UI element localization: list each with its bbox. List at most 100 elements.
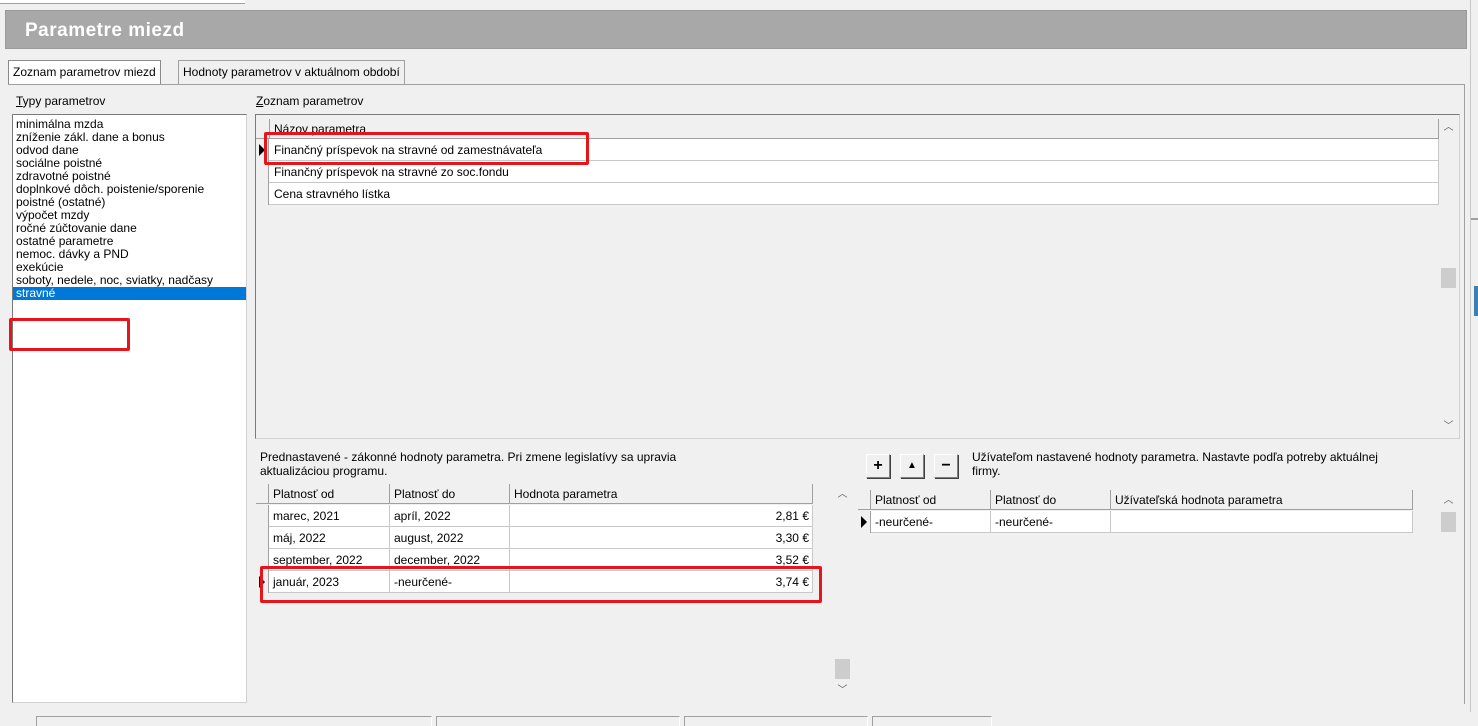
user-values-description: Užívateľom nastavené hodnoty parametra. …	[972, 450, 1378, 478]
table-row[interactable]: Finančný príspevok na stravné zo soc.fon…	[256, 161, 1439, 183]
header-indicator	[256, 119, 270, 139]
list-item-health-insurance[interactable]: zdravotné poistné	[13, 170, 246, 183]
valid-from-cell[interactable]: máj, 2022	[269, 527, 390, 549]
parameter-types-label: Typy parametrov	[16, 94, 105, 108]
scroll-thumb[interactable]	[1441, 512, 1456, 532]
status-cell	[36, 716, 432, 726]
valid-to-cell[interactable]: apríl, 2022	[390, 505, 510, 527]
user-values-grid[interactable]: Platnosť od Platnosť do Užívateľská hodn…	[858, 488, 1460, 703]
scroll-down-icon[interactable]: ﹀	[1440, 418, 1457, 435]
remove-value-button[interactable]: −	[934, 454, 958, 478]
top-tab-stub	[0, 0, 245, 4]
label-text: ypy parametrov	[22, 94, 106, 108]
list-item-wage-calculation[interactable]: výpočet mzdy	[13, 209, 246, 222]
legal-values-grid[interactable]: Platnosť od Platnosť do Hodnota parametr…	[256, 482, 856, 703]
header-parameter-name[interactable]: Názov parametra	[270, 119, 1439, 139]
parameter-list-grid[interactable]: Názov parametra Finančný príspevok na st…	[255, 114, 1460, 439]
valid-to-cell[interactable]: december, 2022	[390, 549, 510, 571]
status-cell	[436, 716, 680, 726]
edge-mark	[1471, 218, 1478, 220]
grid-header: Názov parametra	[256, 119, 1439, 139]
parameter-list-label: Zoznam parametrov	[256, 94, 363, 108]
table-row[interactable]: -neurčené- -neurčené-	[858, 511, 1413, 533]
row-indicator	[256, 183, 269, 205]
row-indicator	[858, 511, 871, 533]
parameter-types-list[interactable]: minimálna mzda zníženie zákl. dane a bon…	[12, 114, 247, 703]
scroll-thumb[interactable]	[835, 659, 850, 679]
table-row[interactable]: Cena stravného lístka	[256, 183, 1439, 205]
legal-values-description: Prednastavené - zákonné hodnoty parametr…	[260, 450, 677, 478]
table-row[interactable]: máj, 2022 august, 2022 3,30 €	[256, 527, 813, 549]
user-value-cell[interactable]	[1111, 511, 1413, 533]
header-valid-to[interactable]: Platnosť do	[390, 484, 510, 504]
current-row-arrow-icon	[259, 576, 265, 588]
list-item-tax-base-reduction[interactable]: zníženie zákl. dane a bonus	[13, 131, 246, 144]
row-indicator	[256, 527, 269, 549]
list-item-tax-deduction[interactable]: odvod dane	[13, 144, 246, 157]
value-cell[interactable]: 3,52 €	[510, 549, 813, 571]
scroll-down-icon[interactable]: ﹀	[834, 682, 851, 699]
header-valid-from[interactable]: Platnosť od	[871, 490, 991, 510]
header-indicator	[256, 484, 269, 504]
list-item-sickness-benefits[interactable]: nemoc. dávky a PND	[13, 248, 246, 261]
header-indicator	[858, 490, 871, 510]
valid-to-cell[interactable]: -neurčené-	[991, 511, 1111, 533]
edit-value-button[interactable]: ▲	[900, 454, 924, 478]
scroll-up-icon[interactable]: ︿	[834, 486, 851, 503]
table-row[interactable]: marec, 2021 apríl, 2022 2,81 €	[256, 505, 813, 527]
label-text: oznam parametrov	[263, 94, 364, 108]
parameter-name-cell[interactable]: Finančný príspevok na stravné od zamestn…	[270, 139, 1439, 161]
header-valid-from[interactable]: Platnosť od	[269, 484, 390, 504]
value-cell[interactable]: 3,30 €	[510, 527, 813, 549]
valid-from-cell[interactable]: marec, 2021	[269, 505, 390, 527]
label-accelerator: T	[16, 94, 23, 108]
user-values-scrollbar[interactable]: ︿	[1440, 488, 1457, 703]
list-item-weekends-overtime[interactable]: soboty, nedele, noc, sviatky, nadčasy	[13, 274, 246, 287]
list-item-other-parameters[interactable]: ostatné parametre	[13, 235, 246, 248]
header-valid-to[interactable]: Platnosť do	[991, 490, 1111, 510]
tab-parameter-list[interactable]: Zoznam parametrov miezd	[8, 60, 161, 85]
legal-values-scrollbar[interactable]: ︿ ﹀	[834, 482, 851, 703]
window-title: Parametre miezd	[25, 20, 185, 41]
right-edge	[1470, 0, 1478, 726]
scroll-up-icon[interactable]: ︿	[1440, 492, 1457, 509]
scroll-thumb[interactable]	[1441, 268, 1456, 288]
valid-from-cell[interactable]: september, 2022	[269, 549, 390, 571]
row-indicator	[256, 505, 269, 527]
valid-from-cell[interactable]: január, 2023	[269, 571, 390, 593]
parameter-name-cell[interactable]: Finančný príspevok na stravné zo soc.fon…	[270, 161, 1439, 183]
row-indicator	[256, 139, 269, 161]
table-row[interactable]: Finančný príspevok na stravné od zamestn…	[256, 139, 1439, 161]
grid-header: Platnosť od Platnosť do Hodnota parametr…	[256, 484, 813, 504]
row-indicator	[256, 549, 269, 571]
value-cell[interactable]: 3,74 €	[510, 571, 813, 593]
header-user-value[interactable]: Užívateľská hodnota parametra	[1111, 490, 1413, 510]
list-item-other-insurance[interactable]: poistné (ostatné)	[13, 196, 246, 209]
status-bar	[0, 712, 1478, 726]
list-item-annual-settlement[interactable]: ročné zúčtovanie dane	[13, 222, 246, 235]
valid-to-cell[interactable]: -neurčené-	[390, 571, 510, 593]
list-item-pension-savings[interactable]: doplnkové dôch. poistenie/sporenie	[13, 183, 246, 196]
current-row-arrow-icon	[259, 144, 265, 156]
top-strip	[0, 0, 1478, 8]
window-title-bar: Parametre miezd	[5, 10, 1467, 49]
table-row[interactable]: január, 2023 -neurčené- 3,74 €	[256, 571, 813, 593]
scroll-up-icon[interactable]: ︿	[1440, 119, 1457, 136]
grid-header: Platnosť od Platnosť do Užívateľská hodn…	[858, 490, 1413, 510]
list-item-minimum-wage[interactable]: minimálna mzda	[13, 118, 246, 131]
edge-accent	[1474, 286, 1478, 316]
row-indicator	[256, 161, 269, 183]
list-item-social-insurance[interactable]: sociálne poistné	[13, 157, 246, 170]
status-cell	[872, 716, 992, 726]
add-value-button[interactable]: +	[866, 454, 890, 478]
table-row[interactable]: september, 2022 december, 2022 3,52 €	[256, 549, 813, 571]
header-parameter-value[interactable]: Hodnota parametra	[510, 484, 813, 504]
parameter-list-scrollbar[interactable]: ︿ ﹀	[1440, 115, 1457, 438]
list-item-meal-allowance[interactable]: stravné	[13, 287, 246, 300]
parameter-name-cell[interactable]: Cena stravného lístka	[270, 183, 1439, 205]
value-cell[interactable]: 2,81 €	[510, 505, 813, 527]
list-item-executions[interactable]: exekúcie	[13, 261, 246, 274]
valid-to-cell[interactable]: august, 2022	[390, 527, 510, 549]
tab-current-period-values[interactable]: Hodnoty parametrov v aktuálnom období	[178, 60, 405, 84]
valid-from-cell[interactable]: -neurčené-	[871, 511, 991, 533]
